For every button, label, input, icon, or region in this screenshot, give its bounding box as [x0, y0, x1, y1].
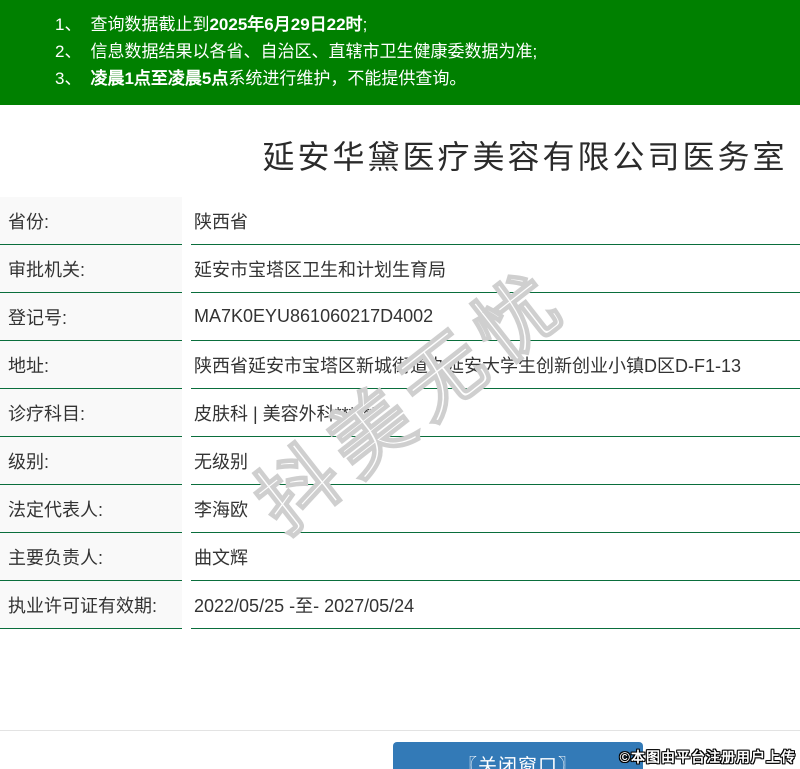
- table-row-treatment-subjects: 诊疗科目: 皮肤科 | 美容外科******: [0, 389, 800, 437]
- page-title: 延安华黛医疗美容有限公司医务室: [262, 139, 788, 175]
- field-label: 诊疗科目:: [0, 389, 182, 437]
- table-row-registration-number: 登记号: MA7K0EYU861060217D4002: [0, 293, 800, 341]
- field-value: 曲文辉: [191, 533, 800, 581]
- notice-number: 1、: [55, 15, 82, 34]
- field-value: 延安市宝塔区卫生和计划生育局: [191, 245, 800, 293]
- field-label: 地址:: [0, 341, 182, 389]
- notice-line: 3、 凌晨1点至凌晨5点系统进行维护，不能提供查询。: [55, 65, 790, 92]
- field-value: 无级别: [191, 437, 800, 485]
- field-label: 省份:: [0, 197, 182, 245]
- field-value: 皮肤科 | 美容外科******: [191, 389, 800, 437]
- field-label: 法定代表人:: [0, 485, 182, 533]
- notice-text-bold: 2025年6月29日22时: [209, 15, 363, 34]
- notice-number: 3、: [55, 69, 82, 88]
- notice-text: ;: [362, 15, 368, 34]
- notice-line: 1、 查询数据截止到2025年6月29日22时;: [55, 11, 790, 38]
- field-label: 登记号:: [0, 293, 182, 341]
- field-value: 陕西省: [191, 197, 800, 245]
- notice-text: 查询数据截止到: [90, 15, 210, 34]
- table-row-approval-authority: 审批机关: 延安市宝塔区卫生和计划生育局: [0, 245, 800, 293]
- close-window-button[interactable]: 〖关闭窗口〗: [393, 742, 643, 769]
- upload-note-watermark: ©本图由平台注册用户上传: [619, 749, 796, 765]
- table-row-main-person-in-charge: 主要负责人: 曲文辉: [0, 533, 800, 581]
- field-label: 执业许可证有效期:: [0, 581, 182, 629]
- field-value: 陕西省延安市宝塔区新城街道办延安大学生创新创业小镇D区D-F1-13: [191, 341, 800, 389]
- field-label: 主要负责人:: [0, 533, 182, 581]
- notice-text: 系统进行维护，不能提供查询。: [228, 69, 467, 88]
- notice-text-bold: 凌晨1点至凌晨5点: [90, 69, 229, 88]
- notice-text: 信息数据结果以各省、自治区、直辖市卫生健康委数据为准;: [90, 42, 538, 61]
- field-value: 2022/05/25 -至- 2027/05/24: [191, 581, 800, 629]
- notice-number: 2、: [55, 42, 82, 61]
- notice-banner: 1、 查询数据截止到2025年6月29日22时; 2、 信息数据结果以各省、自治区、…: [0, 0, 800, 105]
- field-value: MA7K0EYU861060217D4002: [191, 293, 800, 341]
- field-label: 审批机关:: [0, 245, 182, 293]
- field-label: 级别:: [0, 437, 182, 485]
- field-value: 李海欧: [191, 485, 800, 533]
- table-row-license-validity: 执业许可证有效期: 2022/05/25 -至- 2027/05/24: [0, 581, 800, 629]
- table-row-province: 省份: 陕西省: [0, 197, 800, 245]
- table-row-legal-representative: 法定代表人: 李海欧: [0, 485, 800, 533]
- table-row-address: 地址: 陕西省延安市宝塔区新城街道办延安大学生创新创业小镇D区D-F1-13: [0, 341, 800, 389]
- table-row-level: 级别: 无级别: [0, 437, 800, 485]
- institution-info-table: 省份: 陕西省 审批机关: 延安市宝塔区卫生和计划生育局 登记号: MA7K0E…: [0, 197, 800, 629]
- notice-line: 2、 信息数据结果以各省、自治区、直辖市卫生健康委数据为准;: [55, 38, 790, 65]
